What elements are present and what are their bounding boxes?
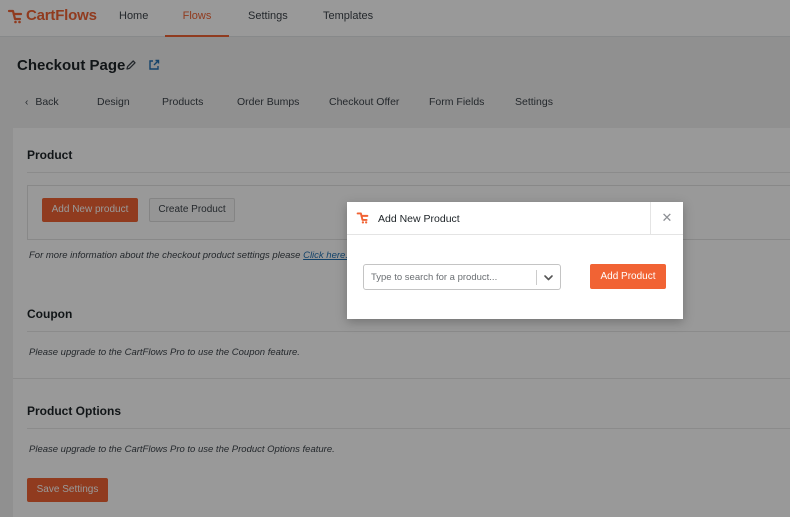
select-separator [536, 270, 537, 285]
close-icon[interactable]: ✕ [650, 202, 683, 235]
add-product-button[interactable]: Add Product [590, 264, 666, 289]
cartflows-logo-icon [356, 212, 369, 224]
add-product-modal: Add New Product ✕ Type to search for a p… [347, 202, 683, 319]
product-search-select[interactable]: Type to search for a product... [363, 264, 561, 290]
modal-header: Add New Product ✕ [347, 202, 683, 235]
modal-title: Add New Product [378, 213, 460, 225]
chevron-down-icon[interactable] [543, 272, 554, 283]
product-search-placeholder: Type to search for a product... [371, 272, 498, 283]
